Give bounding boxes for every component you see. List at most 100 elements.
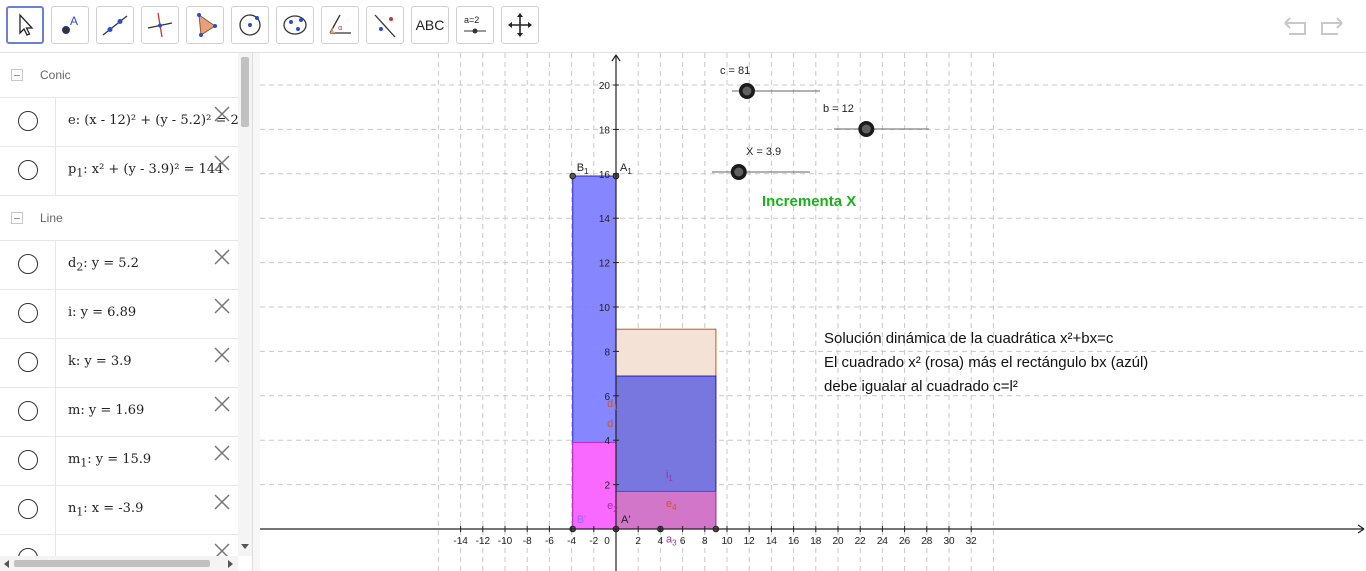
y-tick-label: 20 — [599, 81, 611, 92]
x-tick-label: 28 — [921, 536, 933, 547]
description-text: debe igualar al cuadrado c=l² — [824, 378, 1018, 395]
slider-label: c = 81 — [720, 65, 750, 77]
line-tool-button[interactable] — [96, 6, 134, 44]
text-tool-button[interactable]: ABC — [411, 6, 449, 44]
vertical-scrollbar[interactable] — [238, 53, 252, 556]
move-tool-button[interactable] — [6, 6, 44, 44]
move-graphics-tool-button[interactable] — [501, 6, 539, 44]
visibility-toggle[interactable] — [18, 111, 38, 131]
undo-button[interactable] — [1280, 12, 1310, 40]
x-tick-label: 0 — [604, 536, 610, 547]
algebra-row[interactable]: ... — [0, 535, 238, 556]
visibility-toggle[interactable] — [18, 548, 38, 556]
visibility-toggle[interactable] — [18, 160, 38, 180]
delete-icon[interactable] — [212, 296, 232, 316]
group-header-line[interactable]: Line — [0, 196, 238, 241]
point-label-b-prime: B' — [577, 514, 586, 526]
algebra-row[interactable]: d2: y = 5.2 — [0, 241, 238, 290]
perpendicular-line-icon — [147, 12, 173, 38]
algebra-expression[interactable]: m1: y = 15.9 — [68, 452, 151, 470]
x-tick-label: -14 — [453, 536, 468, 547]
visibility-toggle[interactable] — [18, 303, 38, 323]
row-separator — [55, 290, 56, 338]
x-tick-label: 22 — [855, 536, 867, 547]
redo-button[interactable] — [1317, 12, 1347, 40]
description-text: El cuadrado x² (rosa) más el rectángulo … — [824, 354, 1148, 371]
scroll-left-icon[interactable] — [3, 560, 11, 568]
group-header-conic[interactable]: Conic — [0, 53, 238, 98]
x-tick-label: 4 — [658, 536, 664, 547]
incrementa-x-button[interactable]: Incrementa X — [762, 193, 856, 210]
circle-tool-button[interactable] — [231, 6, 269, 44]
point — [569, 172, 577, 180]
slider-knob-highlight — [742, 86, 752, 96]
y-tick-label: 8 — [604, 347, 610, 358]
algebra-expression[interactable]: m: y = 1.69 — [68, 403, 144, 421]
algebra-row[interactable]: p1: x² + (y - 3.9)² = 144 — [0, 147, 238, 196]
x-tick-label: 18 — [810, 536, 822, 547]
svg-text:a=2: a=2 — [464, 15, 479, 25]
algebra-row[interactable]: n1: x = -3.9 — [0, 486, 238, 535]
slider-knob-highlight — [861, 124, 871, 134]
collapse-icon[interactable] — [11, 69, 23, 81]
x-tick-label: -6 — [545, 536, 554, 547]
delete-icon[interactable] — [212, 104, 232, 124]
algebra-expression[interactable]: i: y = 6.89 — [68, 305, 136, 323]
graphics-view[interactable]: -14 -12 -10 -8 -6 -4 -2 0 2 4 6 8 10 12 14 16 18 20 22 24 26… — [260, 53, 1366, 571]
slider-tool-button[interactable]: a=2 — [456, 6, 494, 44]
algebra-row[interactable]: e: (x - 12)² + (y - 5.2)² = 2 — [0, 98, 238, 147]
scroll-down-icon[interactable] — [240, 543, 250, 551]
row-separator — [55, 339, 56, 387]
point-tool-button[interactable]: A — [51, 6, 89, 44]
perpendicular-tool-button[interactable] — [141, 6, 179, 44]
panel-divider[interactable] — [252, 53, 260, 571]
algebra-row[interactable]: i: y = 6.89 — [0, 290, 238, 339]
scroll-thumb[interactable] — [241, 57, 249, 127]
arrow-cursor-icon — [19, 13, 34, 36]
point-label-a-prime: A' — [621, 514, 630, 526]
visibility-toggle[interactable] — [18, 401, 38, 421]
y-tick-label: 2 — [604, 481, 610, 492]
delete-icon[interactable] — [212, 247, 232, 267]
delete-icon[interactable] — [212, 443, 232, 463]
row-separator — [55, 535, 56, 556]
algebra-expression[interactable]: k: y = 3.9 — [68, 354, 132, 372]
x-tick-label: 24 — [877, 536, 889, 547]
point-label-b1: B1 — [577, 162, 589, 176]
reflect-tool-button[interactable] — [366, 6, 404, 44]
collapse-icon[interactable] — [11, 212, 23, 224]
delete-icon[interactable] — [212, 541, 232, 556]
x-tick-label: 16 — [788, 536, 800, 547]
algebra-row[interactable]: m1: y = 15.9 — [0, 437, 238, 486]
text-tool-label: ABC — [415, 17, 445, 33]
visibility-toggle[interactable] — [18, 254, 38, 274]
ellipse-tool-button[interactable] — [276, 6, 314, 44]
algebra-expression[interactable]: p1: x² + (y - 3.9)² = 144 — [68, 162, 223, 180]
algebra-expression[interactable]: d2: y = 5.2 — [68, 256, 139, 274]
visibility-toggle[interactable] — [18, 499, 38, 519]
delete-icon[interactable] — [212, 345, 232, 365]
x-tick-label: -8 — [523, 536, 532, 547]
row-separator — [55, 486, 56, 534]
algebra-row[interactable]: k: y = 3.9 — [0, 339, 238, 388]
angle-icon: α — [329, 14, 351, 34]
point-label-a1: A1 — [620, 162, 632, 176]
delete-icon[interactable] — [212, 153, 232, 173]
line-icon — [102, 15, 128, 36]
slider-icon: a=2 — [464, 15, 486, 34]
toolbar: A α ABC a=2 — [0, 0, 1366, 53]
angle-tool-button[interactable]: α — [321, 6, 359, 44]
scroll-right-icon[interactable] — [226, 560, 234, 568]
delete-icon[interactable] — [212, 492, 232, 512]
visibility-toggle[interactable] — [18, 352, 38, 372]
algebra-expression[interactable]: n1: x = -3.9 — [68, 501, 143, 519]
delete-icon[interactable] — [212, 394, 232, 414]
horizontal-scrollbar[interactable] — [0, 556, 238, 571]
polygon-tool-button[interactable] — [186, 6, 224, 44]
svg-text:A: A — [70, 14, 78, 28]
scroll-thumb[interactable] — [14, 560, 210, 567]
row-separator — [55, 388, 56, 436]
visibility-toggle[interactable] — [18, 450, 38, 470]
algebra-row[interactable]: m: y = 1.69 — [0, 388, 238, 437]
x-tick-label: 32 — [966, 536, 978, 547]
